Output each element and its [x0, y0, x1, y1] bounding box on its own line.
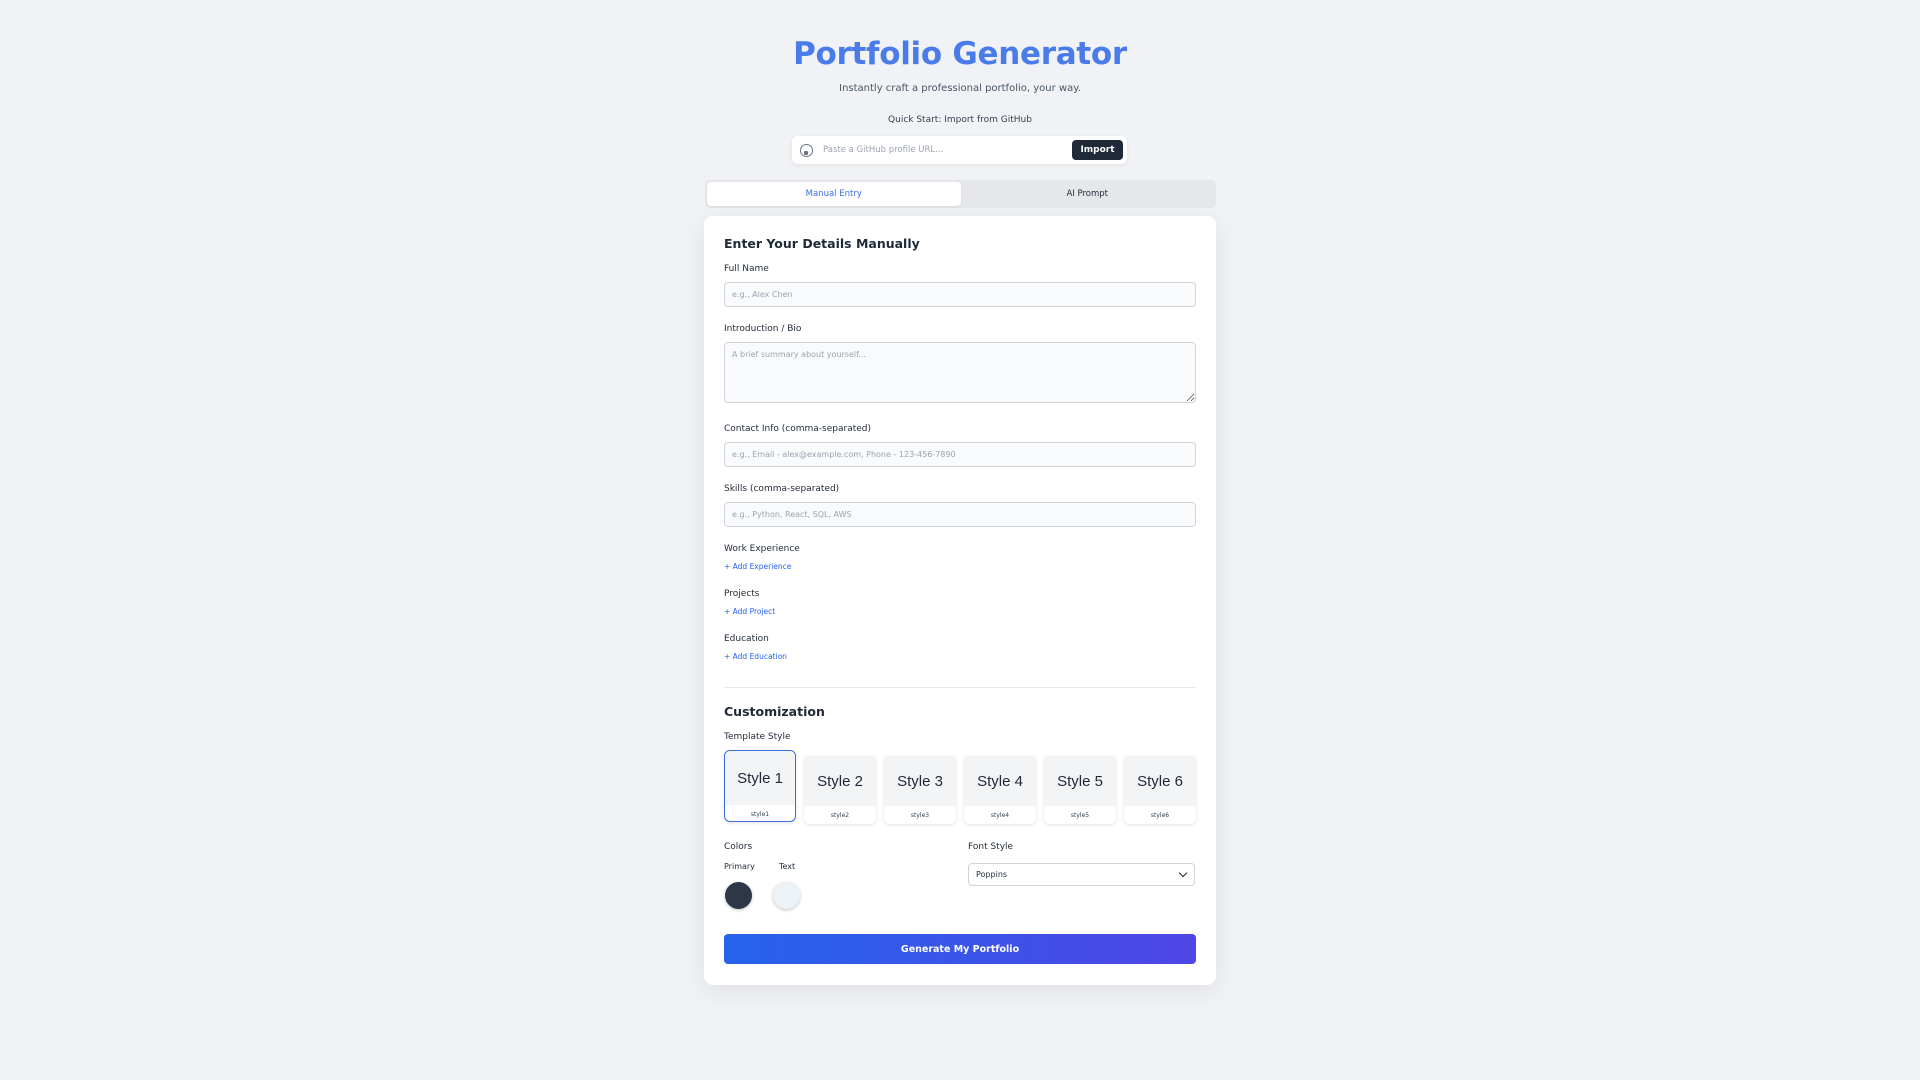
template-preview: Style 5 [1044, 756, 1116, 806]
manual-details-heading: Enter Your Details Manually [724, 236, 920, 251]
header: Portfolio Generator Instantly craft a pr… [0, 36, 1920, 96]
page: Portfolio Generator Instantly craft a pr… [0, 0, 1920, 1080]
work-experience-label: Work Experience [724, 544, 800, 554]
skills-label: Skills (comma-separated) [724, 484, 840, 494]
github-icon [800, 143, 813, 157]
bio-textarea[interactable] [724, 342, 1196, 403]
full-name-label: Full Name [724, 264, 769, 274]
github-import-label: Quick Start: Import from GitHub [888, 115, 1032, 125]
template-preview: Style 2 [804, 756, 876, 806]
full-name-input[interactable] [724, 282, 1196, 307]
template-style-1[interactable]: Style 1 style1 [724, 750, 796, 822]
add-education-link[interactable]: + Add Education [724, 652, 787, 661]
skills-input[interactable] [724, 502, 1196, 527]
customization-heading: Customization [724, 704, 825, 719]
page-title: Portfolio Generator [793, 36, 1127, 72]
text-color-swatch[interactable] [773, 882, 800, 909]
template-style-2[interactable]: Style 2 style2 [804, 756, 876, 824]
template-style-6[interactable]: Style 6 style6 [1124, 756, 1196, 824]
projects-label: Projects [724, 589, 760, 599]
github-import-bar: Import [792, 136, 1127, 164]
import-button[interactable]: Import [1072, 140, 1123, 160]
add-project-link[interactable]: + Add Project [724, 607, 775, 616]
template-name: style1 [750, 810, 770, 818]
primary-color-label: Primary [724, 862, 755, 871]
template-style-5[interactable]: Style 5 style5 [1044, 756, 1116, 824]
tab-manual-entry[interactable]: Manual Entry [707, 182, 961, 206]
contact-label: Contact Info (comma-separated) [724, 424, 871, 434]
template-name: style6 [1150, 811, 1170, 819]
tab-ai-prompt[interactable]: AI Prompt [961, 182, 1215, 206]
template-name: style5 [1070, 811, 1090, 819]
template-style-label: Template Style [724, 732, 791, 742]
font-style-label: Font Style [968, 842, 1014, 852]
form-card: Enter Your Details Manually Full Name In… [704, 216, 1216, 985]
section-divider [724, 687, 1196, 688]
template-style-4[interactable]: Style 4 style4 [964, 756, 1036, 824]
mode-tabs: Manual Entry AI Prompt [705, 180, 1216, 208]
template-preview: Style 4 [964, 756, 1036, 806]
generate-portfolio-button[interactable]: Generate My Portfolio [724, 934, 1196, 964]
text-color-label: Text [779, 862, 796, 871]
github-url-input[interactable] [821, 140, 1072, 160]
template-preview: Style 1 [725, 751, 795, 805]
colors-label: Colors [724, 842, 753, 852]
contact-input[interactable] [724, 442, 1196, 467]
education-label: Education [724, 634, 769, 644]
template-name: style3 [910, 811, 930, 819]
template-preview: Style 6 [1124, 756, 1196, 806]
template-preview: Style 3 [884, 756, 956, 806]
font-style-select[interactable]: Poppins [968, 863, 1195, 886]
template-name: style2 [830, 811, 850, 819]
font-style-value: Poppins [976, 870, 1008, 879]
primary-color-swatch[interactable] [725, 882, 752, 909]
template-style-3[interactable]: Style 3 style3 [884, 756, 956, 824]
page-subtitle: Instantly craft a professional portfolio… [839, 83, 1081, 94]
bio-label: Introduction / Bio [724, 324, 802, 334]
template-name: style4 [990, 811, 1010, 819]
chevron-down-icon [1178, 868, 1188, 878]
add-experience-link[interactable]: + Add Experience [724, 562, 791, 571]
